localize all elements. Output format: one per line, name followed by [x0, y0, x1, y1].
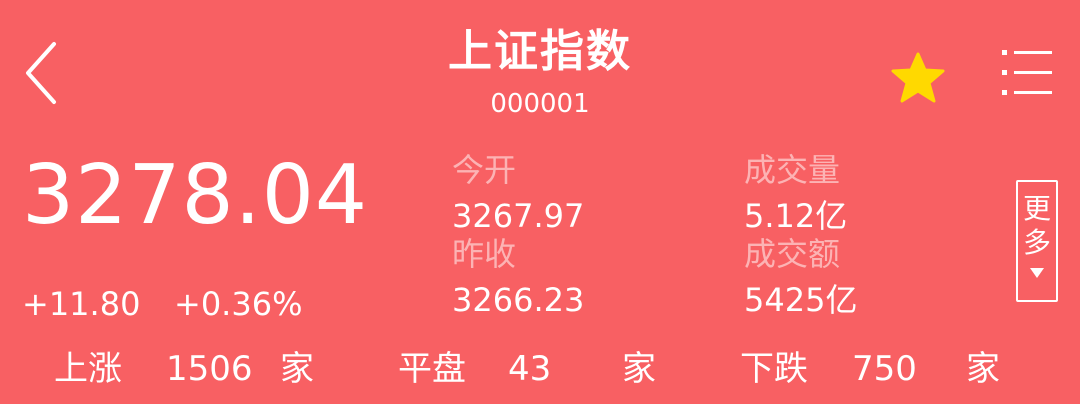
unchanged-unit: 家	[622, 349, 656, 389]
open-label: 今开	[452, 151, 517, 189]
index-code: 000001	[490, 89, 590, 119]
back-icon	[26, 42, 56, 104]
menu-list-icon	[1002, 50, 1052, 95]
prev-close-label: 昨收	[452, 235, 517, 273]
volume-label: 成交量	[744, 151, 841, 189]
volume-value: 5.12亿	[744, 197, 848, 235]
prev-close-value: 3266.23	[452, 281, 585, 319]
back-button[interactable]	[20, 38, 64, 108]
favorite-button[interactable]	[888, 50, 948, 106]
index-quote-screen: 上证指数 000001 3278.04 +11.80 +0.36% 今开 326…	[0, 0, 1080, 404]
turnover-value: 5425亿	[744, 281, 858, 319]
menu-button[interactable]	[1000, 44, 1056, 102]
advancing-unit: 家	[280, 349, 314, 389]
current-price: 3278.04	[22, 148, 369, 243]
declining-count: 750	[852, 349, 917, 389]
turnover-label: 成交额	[744, 235, 841, 273]
more-button[interactable]: 更多	[1016, 180, 1058, 302]
declining-label: 下跌	[740, 349, 808, 389]
advancing-label: 上涨	[54, 349, 122, 389]
advancing-count: 1506	[166, 349, 253, 389]
more-label: 更多	[1023, 192, 1052, 259]
chevron-down-icon	[1030, 268, 1044, 278]
price-change-percent: +0.36%	[174, 285, 303, 323]
star-icon	[891, 52, 945, 103]
open-value: 3267.97	[452, 197, 585, 235]
price-change: +11.80	[22, 285, 141, 323]
unchanged-label: 平盘	[398, 349, 466, 389]
unchanged-count: 43	[508, 349, 552, 389]
page-title: 上证指数	[448, 26, 632, 77]
declining-unit: 家	[966, 349, 1000, 389]
